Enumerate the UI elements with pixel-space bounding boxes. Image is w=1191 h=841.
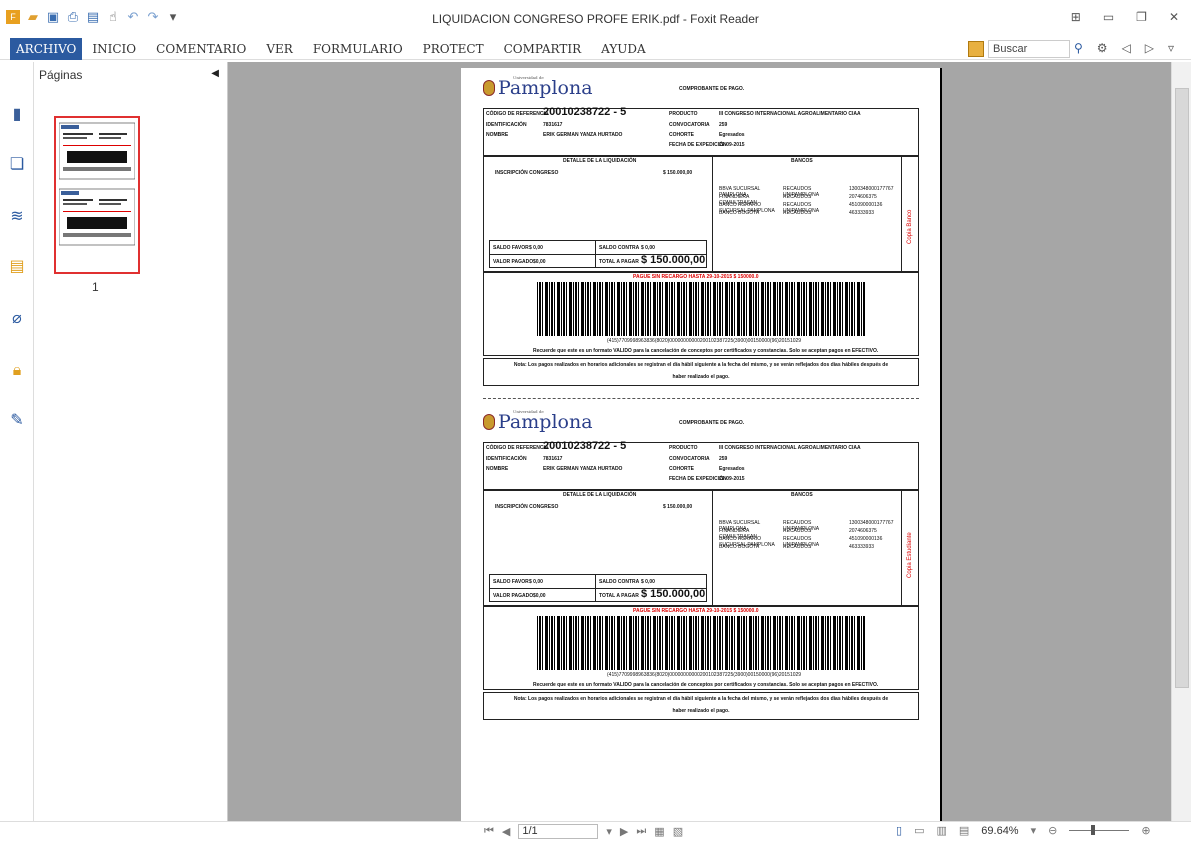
page-number-input[interactable]: 1/1 <box>518 824 599 839</box>
continuous-view-icon[interactable]: ▭ <box>914 824 924 837</box>
zoom-level[interactable]: 69.64% <box>981 825 1018 837</box>
search-icon[interactable]: ⚲ <box>1074 41 1083 55</box>
total-amount: $ 150.000,00 <box>641 588 706 600</box>
layers-icon[interactable]: ≋ <box>9 208 25 226</box>
pages-panel-title: Páginas <box>39 68 83 82</box>
first-page-icon[interactable]: ⏮ <box>484 825 494 838</box>
gear-icon[interactable]: ⚙ <box>1097 41 1108 55</box>
reference-code: 20010238722 - 5 <box>543 106 627 118</box>
thumbnail-page-number: 1 <box>92 280 99 294</box>
single-page-view-icon[interactable]: ▯ <box>896 824 902 837</box>
zoom-slider[interactable] <box>1069 825 1130 835</box>
tab-formulario[interactable]: FORMULARIO <box>303 38 413 60</box>
comments-icon[interactable]: ▤ <box>9 258 25 276</box>
pages-panel: Páginas ◀ 1 <box>34 62 228 821</box>
barcode-number: (415)7709998963836(8020)0000000000020010… <box>607 672 802 678</box>
total-amount: $ 150.000,00 <box>641 254 706 266</box>
payment-deadline: PAGUE SIN RECARGO HASTA 29-10-2015 $ 150… <box>633 608 759 614</box>
view-and-zoom-controls: ▯ ▭ ▥ ▤ 69.64% ▾ ⊖ ⊕ <box>896 824 1151 838</box>
bookmark-icon[interactable]: ▮ <box>9 106 25 124</box>
barcode-number: (415)7709998963836(8020)0000000000020010… <box>607 338 802 344</box>
insert-page-icon[interactable]: ▦ <box>654 825 664 838</box>
last-page-icon[interactable]: ⏭ <box>636 825 646 838</box>
receipt-header: COMPROBANTE DE PAGO. <box>679 86 745 92</box>
receipt-student-copy: Pamplona Universidad de COMPROBANTE DE P… <box>483 409 919 744</box>
page-thumbnail[interactable] <box>54 116 140 274</box>
reference-code: 20010238722 - 5 <box>543 440 627 452</box>
page-navigation: ⏮ ◀ 1/1 ▾ ▶ ⏭ ▦ ▧ <box>484 824 683 839</box>
window-controls: ⊞ ▭ ❐ ✕ <box>1071 10 1179 24</box>
receipt-bank-copy: Pamplona Universidad de COMPROBANTE DE P… <box>483 75 919 410</box>
search-input[interactable]: Buscar <box>988 40 1070 58</box>
foxit-reader-window: F ▰ ▣ ⎙ ▤ ☝ ↶ ↷ ▾ LIQUIDACION CONGRESO P… <box>0 0 1191 841</box>
receipt-header: COMPROBANTE DE PAGO. <box>679 420 745 426</box>
scrollbar-thumb[interactable] <box>1175 88 1189 688</box>
signature-icon[interactable]: ✎ <box>9 412 25 430</box>
layout-icon[interactable]: ⊞ <box>1071 10 1081 24</box>
ribbon-tabs-bar: ARCHIVO INICIO COMENTARIO VER FORMULARIO… <box>0 38 1191 60</box>
zoom-dropdown-icon[interactable]: ▾ <box>1031 824 1037 837</box>
thumbnail-preview <box>59 122 135 246</box>
pdf-page: Pamplona Universidad de COMPROBANTE DE P… <box>461 68 940 828</box>
tab-comentario[interactable]: COMENTARIO <box>146 38 256 60</box>
tab-protect[interactable]: PROTECT <box>413 38 494 60</box>
attachment-icon[interactable]: ⌀ <box>9 310 25 328</box>
collapse-panel-icon[interactable]: ◀ <box>211 68 219 79</box>
pages-icon[interactable]: ❏ <box>9 156 25 174</box>
continuous-facing-view-icon[interactable]: ▤ <box>959 824 969 837</box>
title-bar: F ▰ ▣ ⎙ ▤ ☝ ↶ ↷ ▾ LIQUIDACION CONGRESO P… <box>0 0 1191 38</box>
next-page-icon[interactable]: ▶ <box>620 825 628 838</box>
copy-label: Copia Banco <box>907 209 913 244</box>
cut-line <box>483 398 919 399</box>
document-viewport: Pamplona Universidad de COMPROBANTE DE P… <box>228 62 1171 828</box>
minimize-icon[interactable]: ▭ <box>1103 10 1114 24</box>
extract-page-icon[interactable]: ▧ <box>673 825 683 838</box>
vertical-scrollbar[interactable] <box>1171 62 1191 821</box>
tab-ver[interactable]: VER <box>256 38 302 60</box>
barcode <box>537 616 865 670</box>
tab-archivo[interactable]: ARCHIVO <box>10 38 83 60</box>
collapse-ribbon-icon[interactable]: ▿ <box>1168 41 1174 55</box>
close-icon[interactable]: ✕ <box>1169 10 1179 24</box>
find-icon[interactable] <box>968 41 984 57</box>
tab-inicio[interactable]: INICIO <box>82 38 146 60</box>
payment-deadline: PAGUE SIN RECARGO HASTA 29-10-2015 $ 150… <box>633 274 759 280</box>
facing-view-icon[interactable]: ▥ <box>936 824 946 837</box>
status-bar: ⏮ ◀ 1/1 ▾ ▶ ⏭ ▦ ▧ ▯ ▭ ▥ ▤ 69.64% ▾ ⊖ ⊕ <box>0 821 1191 841</box>
navigation-icon-bar: ▮ ❏ ≋ ▤ ⌀ 🔒︎ ✎ <box>0 62 34 821</box>
restore-icon[interactable]: ❐ <box>1136 10 1147 24</box>
zoom-in-icon[interactable]: ⊕ <box>1141 824 1150 837</box>
zoom-out-icon[interactable]: ⊖ <box>1048 824 1057 837</box>
barcode <box>537 282 865 336</box>
university-logo: Pamplona Universidad de <box>483 409 593 434</box>
tab-ayuda[interactable]: AYUDA <box>591 38 656 60</box>
back-icon[interactable]: ◁ <box>1122 41 1131 55</box>
window-title: LIQUIDACION CONGRESO PROFE ERIK.pdf - Fo… <box>432 12 759 26</box>
university-logo: Pamplona Universidad de <box>483 75 593 100</box>
previous-page-icon[interactable]: ◀ <box>502 825 510 838</box>
university-seal-icon <box>483 414 495 430</box>
copy-label: Copia Estudiante <box>907 532 913 578</box>
tab-compartir[interactable]: COMPARTIR <box>494 38 592 60</box>
ribbon-right-icons: ⚲ ⚙ ◁ ▷ ▿ <box>1074 41 1174 55</box>
university-seal-icon <box>483 80 495 96</box>
page-dropdown-icon[interactable]: ▾ <box>606 825 612 838</box>
lock-icon[interactable]: 🔒︎ <box>9 362 25 380</box>
forward-icon[interactable]: ▷ <box>1145 41 1154 55</box>
